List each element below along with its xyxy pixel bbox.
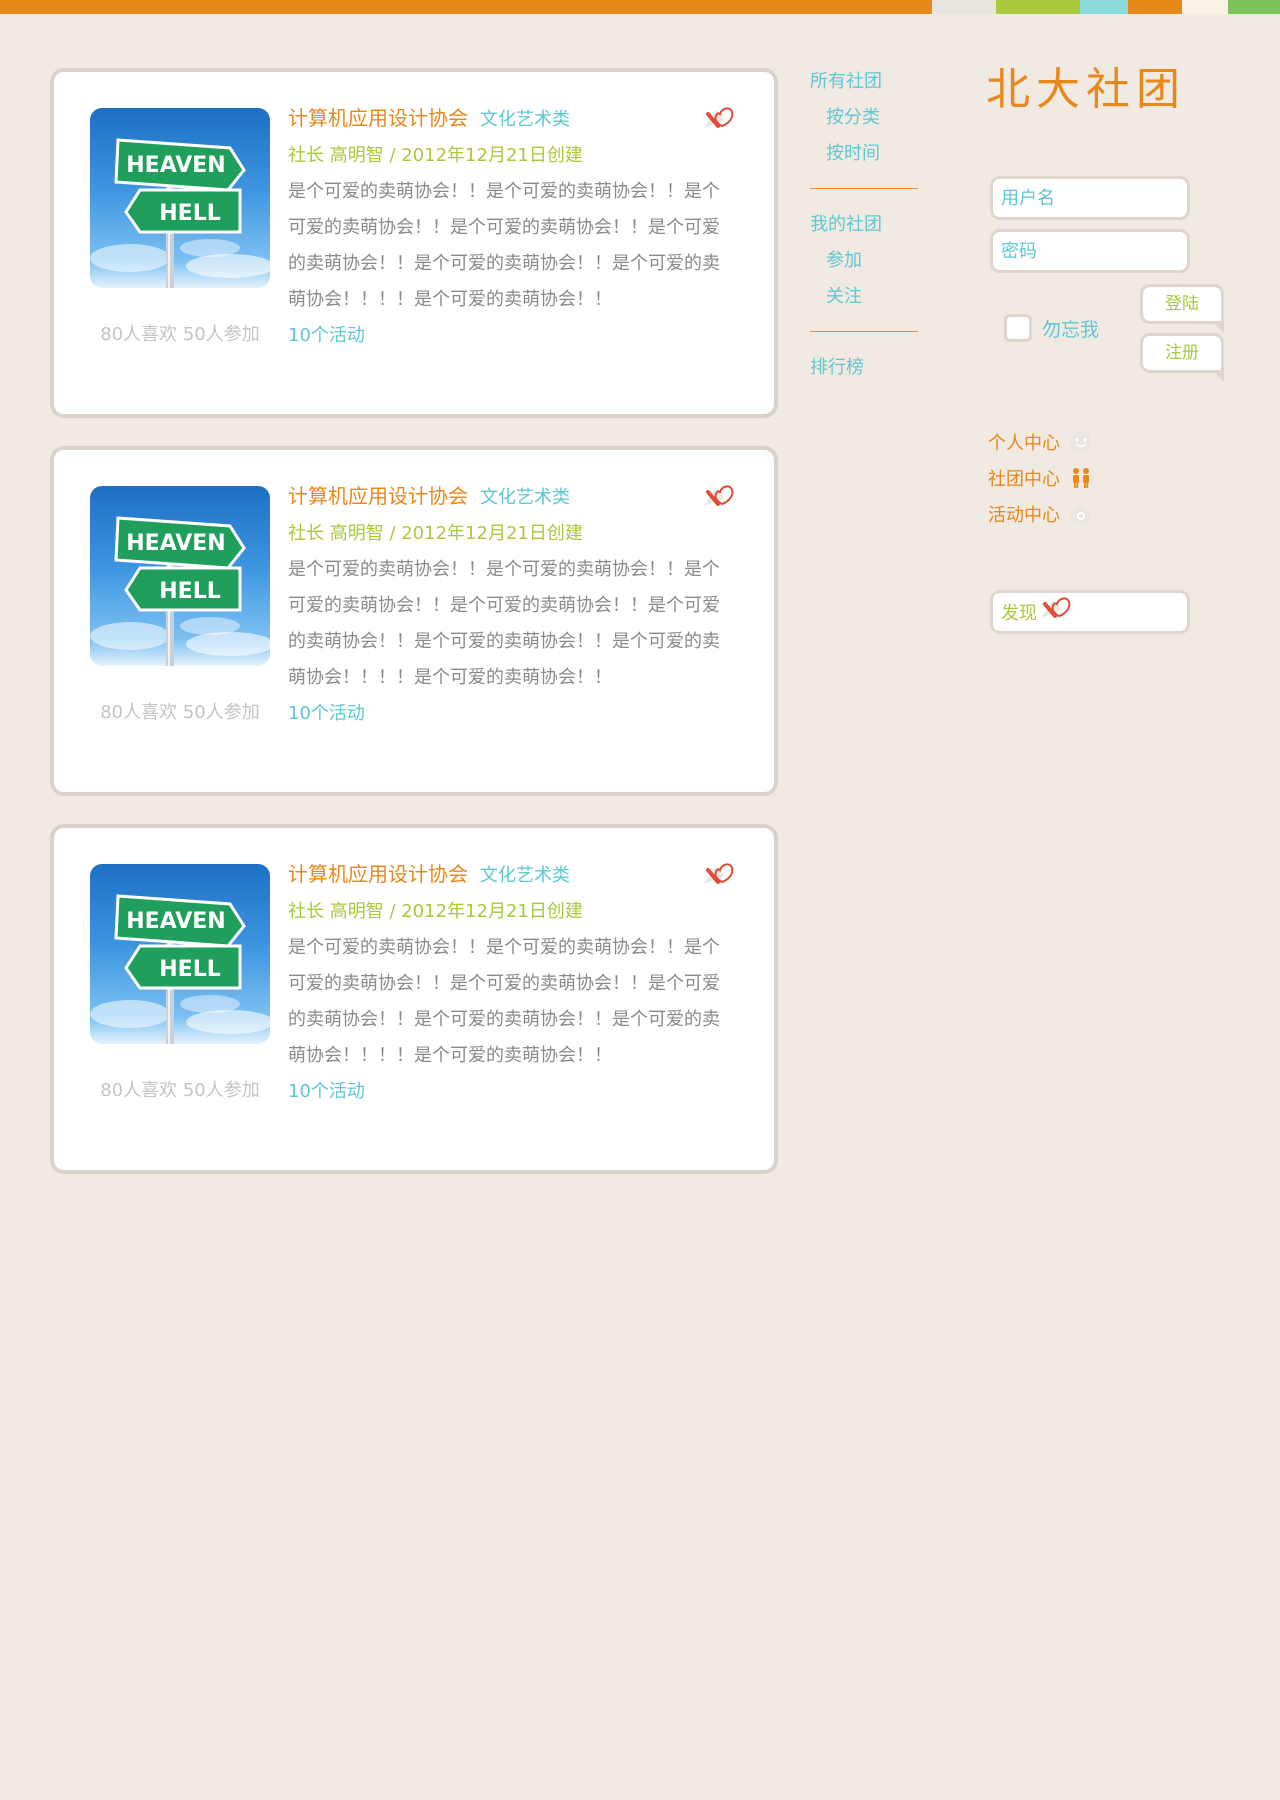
club-category-link[interactable]: 文化艺术类 [480,105,570,131]
club-center-link[interactable]: 社团中心 [988,460,1092,496]
club-title-row: 计算机应用设计协会 文化艺术类 [288,480,726,516]
sign-heaven-text: HEAVEN [126,909,225,934]
strip-seg [1182,0,1228,14]
club-activities-link[interactable]: 10个活动 [288,1074,726,1110]
club-thumbnail[interactable]: HEAVEN HELL [90,864,270,1044]
club-meta: 社长 高明智 / 2012年12月21日创建 [288,901,583,922]
club-name-link[interactable]: 计算机应用设计协会 [288,480,468,509]
nav-followed[interactable]: 关注 [810,279,920,315]
club-nav: 所有社团 按分类 按时间 我的社团 参加 关注 排行榜 [810,64,920,386]
nav-joined[interactable]: 参加 [810,243,920,279]
heaven-hell-sign-image: HEAVEN HELL [90,894,270,1044]
club-thumbnail[interactable]: HEAVEN HELL [90,486,270,666]
club-stats: 80人喜欢 50人参加 [100,1080,260,1101]
nav-all-clubs[interactable]: 所有社团 [810,64,920,100]
club-meta: 社长 高明智 / 2012年12月21日创建 [288,523,583,544]
site-logo-text: 北大社团 [986,64,1186,114]
activity-center-link[interactable]: 活动中心 [988,496,1092,532]
club-title-row: 计算机应用设计协会 文化艺术类 [288,102,726,138]
club-card[interactable]: HEAVEN HELL 80人喜欢 50人参加 计算机应用设计协会 文化艺术类 … [50,824,778,1174]
center-links: 个人中心 社团中心 活动中心 [988,424,1092,532]
discover-box[interactable]: 发现 [990,590,1190,634]
top-color-strip [0,0,1280,14]
club-activities-link[interactable]: 10个活动 [288,318,726,354]
sign-hell-text: HELL [159,957,220,982]
heaven-hell-sign-image: HEAVEN HELL [90,138,270,288]
club-meta: 社长 高明智 / 2012年12月21日创建 [288,145,583,166]
club-card[interactable]: HEAVEN HELL 80人喜欢 50人参加 计算机应用设计协会 文化艺术类 … [50,68,778,418]
club-activities-link[interactable]: 10个活动 [288,696,726,732]
nav-divider [810,188,918,189]
nav-by-time[interactable]: 按时间 [810,136,920,172]
club-center-label: 社团中心 [988,469,1060,490]
club-card-body: 计算机应用设计协会 文化艺术类 社长 高明智 / 2012年12月21日创建 是… [288,480,726,732]
remember-me[interactable]: 勿忘我 [1004,314,1099,342]
club-card[interactable]: HEAVEN HELL 80人喜欢 50人参加 计算机应用设计协会 文化艺术类 … [50,446,778,796]
nav-ranking[interactable]: 排行榜 [810,350,920,386]
club-card-body: 计算机应用设计协会 文化艺术类 社长 高明智 / 2012年12月21日创建 是… [288,102,726,354]
strip-seg [62,0,932,14]
heaven-hell-sign-image: HEAVEN HELL [90,516,270,666]
personal-center-label: 个人中心 [988,433,1060,454]
club-name-link[interactable]: 计算机应用设计协会 [288,102,468,131]
like-heart-icon[interactable] [702,482,738,514]
password-input[interactable] [990,229,1190,273]
strip-seg [1128,0,1182,14]
sign-heaven-text: HEAVEN [126,531,225,556]
strip-seg [0,0,62,14]
nav-my-clubs[interactable]: 我的社团 [810,207,920,243]
club-stats: 80人喜欢 50人参加 [100,324,260,345]
sign-hell-text: HELL [159,579,220,604]
personal-center-link[interactable]: 个人中心 [988,424,1092,460]
username-input[interactable] [990,176,1190,220]
site-logo[interactable]: 北大社团 [986,64,1226,115]
camera-icon [1070,503,1092,525]
smiley-icon [1070,431,1092,453]
club-category-link[interactable]: 文化艺术类 [480,483,570,509]
remember-checkbox[interactable] [1004,314,1032,342]
strip-seg [1228,0,1280,14]
heart-pin-icon [1039,594,1075,630]
club-card-list: HEAVEN HELL 80人喜欢 50人参加 计算机应用设计协会 文化艺术类 … [50,68,778,1202]
activity-center-label: 活动中心 [988,505,1060,526]
nav-divider [810,331,918,332]
sign-heaven-text: HEAVEN [126,153,225,178]
club-card-body: 计算机应用设计协会 文化艺术类 社长 高明智 / 2012年12月21日创建 是… [288,858,726,1110]
strip-seg [1080,0,1128,14]
discover-label: 发现 [1001,603,1037,624]
club-stats: 80人喜欢 50人参加 [100,702,260,723]
strip-seg [996,0,1080,14]
like-heart-icon[interactable] [702,104,738,136]
club-description: 是个可爱的卖萌协会！！是个可爱的卖萌协会！！是个可爱的卖萌协会！！是个可爱的卖萌… [288,181,720,310]
nav-by-category[interactable]: 按分类 [810,100,920,136]
club-description: 是个可爱的卖萌协会！！是个可爱的卖萌协会！！是个可爱的卖萌协会！！是个可爱的卖萌… [288,559,720,688]
like-heart-icon[interactable] [702,860,738,892]
remember-label: 勿忘我 [1042,318,1100,341]
club-title-row: 计算机应用设计协会 文化艺术类 [288,858,726,894]
strip-seg [932,0,996,14]
club-category-link[interactable]: 文化艺术类 [480,861,570,887]
club-description: 是个可爱的卖萌协会！！是个可爱的卖萌协会！！是个可爱的卖萌协会！！是个可爱的卖萌… [288,937,720,1066]
login-button[interactable]: 登陆 [1140,284,1224,333]
sign-hell-text: HELL [159,201,220,226]
people-icon [1070,467,1092,489]
register-button[interactable]: 注册 [1140,333,1224,382]
club-name-link[interactable]: 计算机应用设计协会 [288,858,468,887]
club-thumbnail[interactable]: HEAVEN HELL [90,108,270,288]
